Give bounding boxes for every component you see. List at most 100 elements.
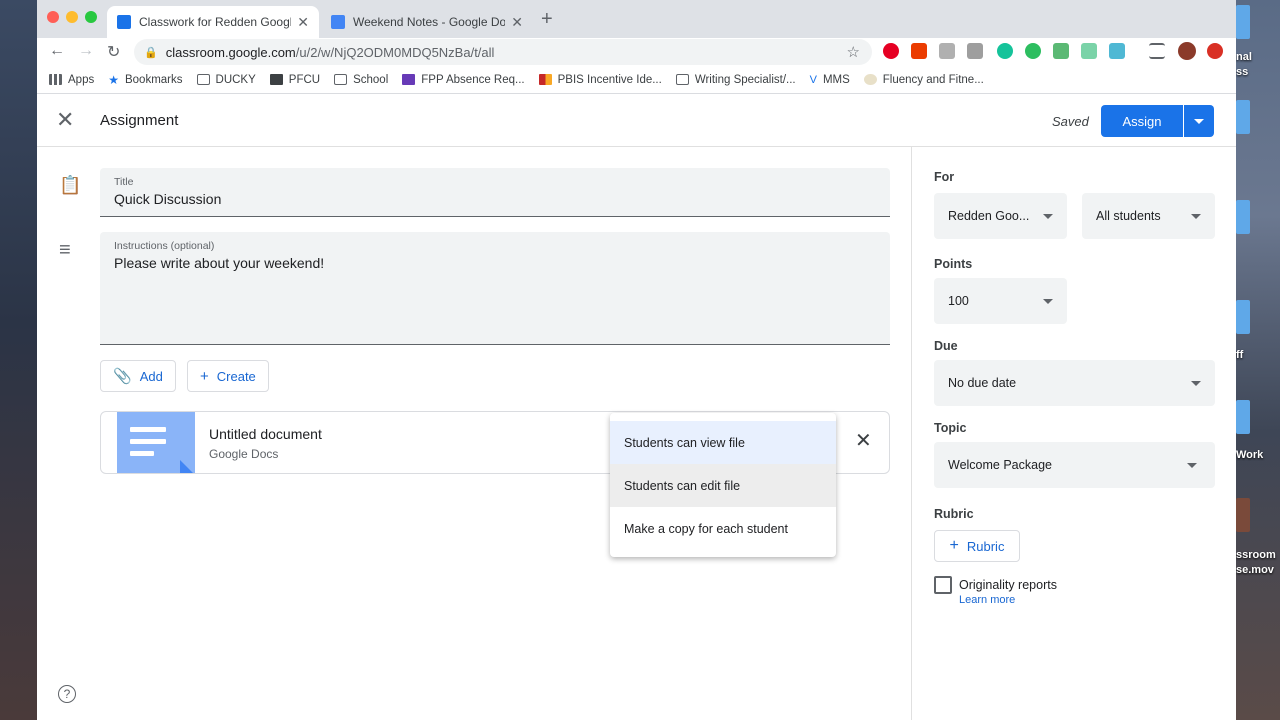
- ext-green-icon[interactable]: [1053, 43, 1069, 59]
- points-select[interactable]: 100: [934, 278, 1067, 324]
- adblock-icon[interactable]: [1207, 43, 1223, 59]
- topic-select[interactable]: Welcome Package: [934, 442, 1215, 488]
- desktop-video-icon[interactable]: [1236, 498, 1250, 532]
- tab-classwork[interactable]: Classwork for Redden Google ✕: [107, 6, 319, 38]
- learn-more-link[interactable]: Learn more: [959, 594, 1015, 606]
- address-bar[interactable]: 🔒 classroom.google.com/u/2/w/NjQ2ODM0MDQ…: [134, 39, 872, 65]
- ext-icon[interactable]: [939, 43, 955, 59]
- close-tab-icon[interactable]: ✕: [297, 14, 309, 31]
- back-icon[interactable]: ←: [49, 42, 65, 60]
- attachment-type: Google Docs: [209, 447, 279, 461]
- bookmark-label: PFCU: [288, 73, 321, 86]
- help-icon[interactable]: ?: [58, 685, 76, 703]
- menu-item-copy[interactable]: Make a copy for each student: [610, 507, 836, 550]
- bookmark-ducky[interactable]: DUCKY: [196, 73, 256, 86]
- url-path: /u/2/w/NjQ2ODM0MDQ5NzBa/t/all: [295, 44, 495, 60]
- docs-icon: [331, 15, 345, 29]
- plus-icon: +: [200, 367, 209, 385]
- class-select[interactable]: Redden Goo...: [934, 193, 1067, 239]
- create-button[interactable]: + Create: [187, 360, 269, 392]
- create-label: Create: [216, 368, 256, 384]
- remove-attachment-icon[interactable]: ✕: [855, 428, 872, 453]
- assign-button[interactable]: Assign: [1101, 105, 1183, 137]
- tab-title: Classwork for Redden Google: [139, 15, 292, 29]
- mms-icon: V: [809, 73, 817, 86]
- bookmark-label: School: [353, 73, 389, 86]
- close-tab-icon[interactable]: ✕: [511, 14, 523, 31]
- office-icon[interactable]: [911, 43, 927, 59]
- chevron-down-icon: [1187, 463, 1197, 468]
- bookmark-label: PBIS Incentive Ide...: [557, 73, 662, 86]
- profile-avatar[interactable]: [1178, 42, 1196, 60]
- title-input[interactable]: Quick Discussion: [114, 191, 876, 207]
- new-tab-button[interactable]: +: [541, 8, 553, 31]
- desktop-label: ss: [1236, 66, 1249, 78]
- n-icon[interactable]: [1081, 43, 1097, 59]
- n-ext-icon[interactable]: [1109, 43, 1125, 59]
- evernote-icon[interactable]: [1025, 43, 1041, 59]
- share-options-menu: Students can view file Students can edit…: [610, 413, 836, 557]
- close-icon[interactable]: ✕: [56, 107, 74, 133]
- desktop-file-icon[interactable]: [1236, 400, 1250, 434]
- tab-weekend-notes[interactable]: Weekend Notes - Google Docs ✕: [321, 6, 533, 38]
- bookmark-bookmarks[interactable]: ★ Bookmarks: [108, 73, 182, 87]
- bookmark-pbis[interactable]: PBIS Incentive Ide...: [538, 73, 662, 86]
- tab-title: Weekend Notes - Google Docs: [353, 15, 506, 29]
- chart-icon[interactable]: [967, 43, 983, 59]
- desktop-file-icon[interactable]: [1236, 300, 1250, 334]
- desktop-file-icon[interactable]: [1236, 5, 1250, 39]
- add-rubric-button[interactable]: + Rubric: [934, 530, 1020, 562]
- pinterest-icon[interactable]: [883, 43, 899, 59]
- bookmark-fluency[interactable]: Fluency and Fitne...: [863, 74, 984, 86]
- originality-label: Originality reports: [959, 578, 1057, 592]
- minimize-window-button[interactable]: [66, 11, 78, 23]
- close-window-button[interactable]: [47, 11, 59, 23]
- browser-window: Classwork for Redden Google ✕ Weekend No…: [37, 0, 1236, 720]
- menu-item-view[interactable]: Students can view file: [610, 421, 836, 464]
- attachment-name[interactable]: Untitled document: [209, 426, 322, 442]
- students-select[interactable]: All students: [1082, 193, 1215, 239]
- folder-icon: [196, 74, 210, 85]
- due-select[interactable]: No due date: [934, 360, 1215, 406]
- bookmark-apps[interactable]: Apps: [49, 74, 94, 86]
- pbis-icon: [538, 74, 552, 85]
- zoom-window-button[interactable]: [85, 11, 97, 23]
- paperclip-icon: 📎: [113, 368, 132, 385]
- desktop-file-icon[interactable]: [1236, 100, 1250, 134]
- desktop-file-icon[interactable]: [1236, 200, 1250, 234]
- instructions-input[interactable]: Please write about your weekend!: [114, 255, 876, 271]
- folder-icon: [334, 74, 348, 85]
- bookmark-pfcu[interactable]: PFCU: [269, 73, 321, 86]
- forms-icon: [402, 74, 416, 85]
- desktop-label: Work: [1236, 449, 1264, 461]
- lock-icon: 🔒: [144, 46, 158, 59]
- title-field[interactable]: Title Quick Discussion: [100, 168, 890, 217]
- chevron-down-icon: [1191, 214, 1201, 219]
- bookmark-star-icon[interactable]: ☆: [847, 43, 860, 61]
- bookmark-fpp[interactable]: FPP Absence Req...: [402, 74, 525, 86]
- bookmark-writing[interactable]: Writing Specialist/...: [675, 73, 796, 86]
- fluency-icon: [863, 74, 877, 85]
- add-label: Add: [139, 368, 163, 384]
- doc-thumbnail: [117, 412, 195, 473]
- menu-item-edit[interactable]: Students can edit file: [610, 464, 836, 507]
- bookmark-label: DUCKY: [215, 73, 256, 86]
- assign-options-button[interactable]: [1184, 105, 1214, 137]
- chevron-down-icon: [1043, 299, 1053, 304]
- grammarly-icon[interactable]: [997, 43, 1013, 59]
- desktop-label: nal: [1236, 51, 1252, 63]
- originality-checkbox[interactable]: [934, 576, 952, 594]
- classroom-icon: [117, 15, 131, 29]
- topic-value: Welcome Package: [948, 458, 1052, 472]
- bookmark-mms[interactable]: V MMS: [810, 74, 850, 86]
- reading-list-icon[interactable]: [1149, 43, 1165, 59]
- topic-heading: Topic: [934, 421, 967, 435]
- add-button[interactable]: 📎 Add: [100, 360, 176, 392]
- page-title: Assignment: [100, 112, 179, 129]
- reload-icon[interactable]: ↻: [107, 42, 120, 62]
- bookmark-label: Writing Specialist/...: [694, 73, 796, 86]
- instructions-field[interactable]: Instructions (optional) Please write abo…: [100, 232, 890, 345]
- forward-icon[interactable]: →: [78, 42, 94, 60]
- bookmark-school[interactable]: School: [334, 74, 388, 86]
- chevron-down-icon: [1194, 118, 1204, 124]
